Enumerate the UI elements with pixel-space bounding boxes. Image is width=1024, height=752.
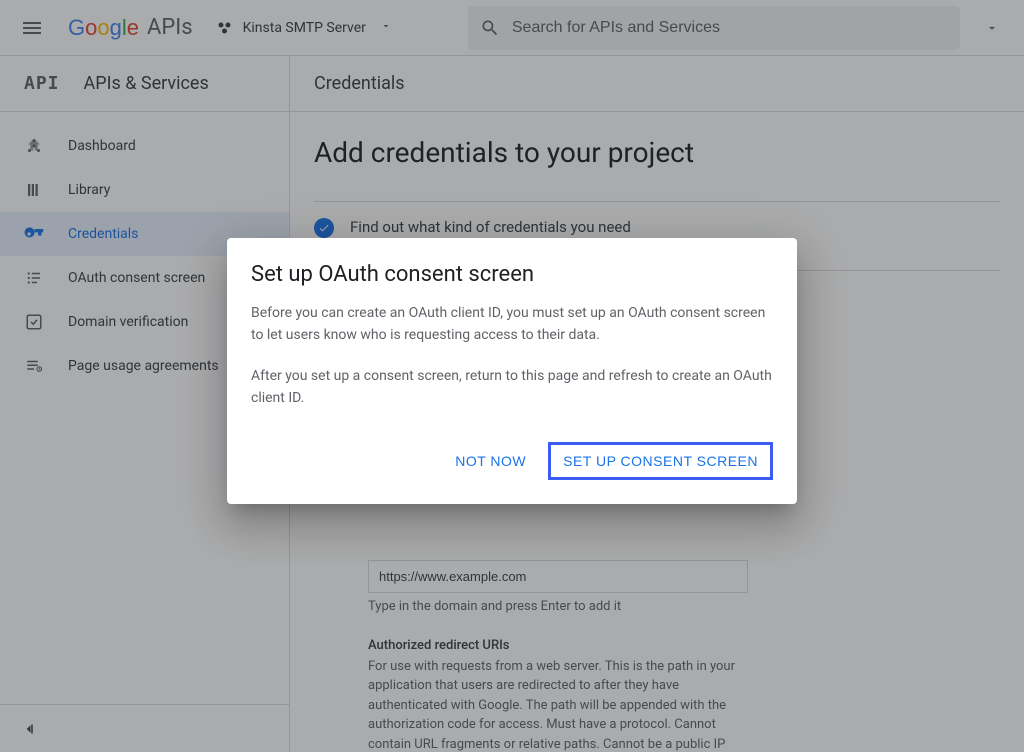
set-up-consent-screen-button[interactable]: Set up consent screen xyxy=(548,442,773,480)
dialog-paragraph: After you set up a consent screen, retur… xyxy=(251,366,773,409)
not-now-button[interactable]: Not now xyxy=(441,442,540,480)
dialog-title: Set up OAuth consent screen xyxy=(251,262,773,287)
oauth-consent-dialog: Set up OAuth consent screen Before you c… xyxy=(227,238,797,504)
dialog-paragraph: Before you can create an OAuth client ID… xyxy=(251,303,773,346)
modal-scrim[interactable]: Set up OAuth consent screen Before you c… xyxy=(0,0,1024,752)
